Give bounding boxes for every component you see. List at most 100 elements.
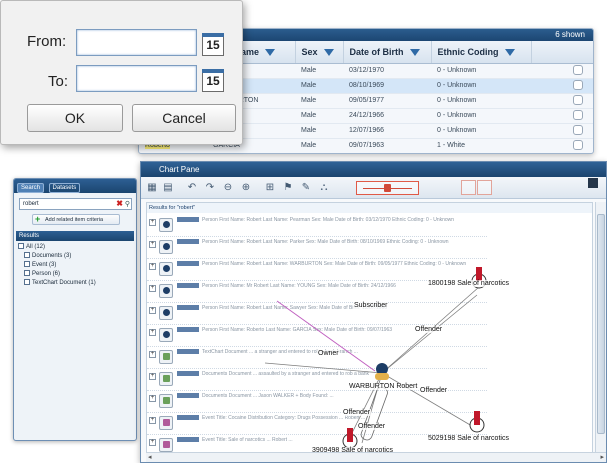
tree-item-documents[interactable]: Documents (3) xyxy=(18,252,132,261)
expand-icon[interactable]: + xyxy=(149,263,156,270)
cell-sex: Male xyxy=(295,108,343,124)
search-icon[interactable]: ⚲ xyxy=(125,199,130,210)
label-offender-c: Offender xyxy=(342,409,372,416)
result-text: Person First Name: Robert Last Name: Pea… xyxy=(177,217,482,224)
grid-view-icon[interactable]: ▦ xyxy=(145,181,159,195)
search-panel: Search Datasets robert ✖ ⚲ Add related i… xyxy=(13,178,137,441)
cell-actions xyxy=(531,63,593,79)
cell-actions xyxy=(531,93,593,109)
type-badge xyxy=(177,239,199,244)
calendar-icon[interactable]: 15 xyxy=(202,69,224,92)
result-item[interactable]: + Person First Name: Robert Last Name: Sa… xyxy=(147,303,487,325)
cell-actions xyxy=(531,108,593,124)
pane-menu-icon[interactable] xyxy=(588,178,598,188)
calendar-icon[interactable]: 15 xyxy=(202,33,224,56)
tab-search[interactable]: Search xyxy=(17,183,45,193)
horizontal-scrollbar[interactable]: ◂ ▸ xyxy=(146,452,606,462)
expand-icon[interactable]: + xyxy=(149,329,156,336)
result-item[interactable]: + Documents Document ... Jason WALKER + B… xyxy=(147,391,487,413)
filter-icon[interactable] xyxy=(323,48,334,56)
column-actions xyxy=(531,41,593,64)
redo-icon[interactable]: ↷ xyxy=(203,181,217,195)
cell-actions xyxy=(531,78,593,94)
result-item[interactable]: + Person First Name: Robert Last Name: Pe… xyxy=(147,215,487,237)
expand-icon[interactable]: + xyxy=(149,395,156,402)
edit-icon[interactable] xyxy=(573,109,583,120)
edit-icon[interactable] xyxy=(573,79,583,90)
mark-tool-icon[interactable] xyxy=(461,180,476,195)
label-offender-b: Offender xyxy=(419,387,449,394)
expand-icon[interactable]: + xyxy=(149,307,156,314)
event-icon xyxy=(159,438,173,452)
zoom-out-icon[interactable]: ⊖ xyxy=(221,181,235,195)
cell-actions xyxy=(531,138,593,153)
pen-icon[interactable]: ✎ xyxy=(299,181,313,195)
column-date-of-birth[interactable]: Date of Birth xyxy=(343,41,432,64)
scroll-left-icon[interactable]: ◂ xyxy=(148,453,152,462)
ok-button[interactable]: OK xyxy=(27,104,123,132)
expand-icon[interactable]: + xyxy=(149,373,156,380)
filter-icon[interactable] xyxy=(265,48,276,56)
layout-icon[interactable]: ⊞ xyxy=(263,181,277,195)
hierarchy-icon[interactable]: ⛬ xyxy=(317,181,331,195)
person-icon xyxy=(159,284,173,298)
from-date-input[interactable] xyxy=(76,29,197,56)
tree-item-all[interactable]: All (12) xyxy=(18,243,132,252)
expand-icon[interactable]: + xyxy=(149,439,156,446)
type-badge xyxy=(177,437,199,442)
edit-icon[interactable] xyxy=(573,94,583,105)
tab-datasets[interactable]: Datasets xyxy=(48,183,81,193)
result-item[interactable]: + Person First Name: Robert Last Name: WA… xyxy=(147,259,487,281)
flag-icon[interactable]: ⚑ xyxy=(281,181,295,195)
list-view-icon[interactable]: ▤ xyxy=(161,181,175,195)
person-icon xyxy=(159,262,173,276)
cell-dob: 08/10/1969 xyxy=(343,78,431,94)
cancel-button[interactable]: Cancel xyxy=(132,104,236,132)
to-date-input[interactable] xyxy=(76,65,197,92)
document-icon xyxy=(24,252,30,258)
filter-icon[interactable] xyxy=(409,48,420,56)
scroll-right-icon[interactable]: ▸ xyxy=(600,453,604,462)
filter-icon[interactable] xyxy=(504,48,515,56)
event-icon xyxy=(24,261,30,267)
add-related-criteria-button[interactable]: Add related item criteria xyxy=(32,214,120,225)
cell-ethnic: 0 - Unknown xyxy=(431,63,531,79)
vertical-scrollbar[interactable] xyxy=(595,202,606,452)
result-item[interactable]: + Person First Name: Robert Last Name: Pa… xyxy=(147,237,487,259)
expand-icon[interactable]: + xyxy=(149,285,156,292)
cell-sex: Male xyxy=(295,63,343,79)
tree-item-textchart-document[interactable]: TextChart Document (1) xyxy=(18,279,132,288)
tree-item-person[interactable]: Person (6) xyxy=(18,270,132,279)
type-badge xyxy=(177,349,199,354)
type-badge xyxy=(177,415,199,420)
expand-icon[interactable]: + xyxy=(149,241,156,248)
undo-icon[interactable]: ↶ xyxy=(185,181,199,195)
column-sex[interactable]: Sex xyxy=(295,41,344,64)
result-item[interactable]: + Event Title: Cocaine Distribution Categ… xyxy=(147,413,487,435)
column-ethnic-coding[interactable]: Ethnic Coding xyxy=(431,41,532,64)
document-icon xyxy=(159,350,173,364)
edit-icon[interactable] xyxy=(573,124,583,135)
expand-icon[interactable]: + xyxy=(149,351,156,358)
person-icon xyxy=(159,328,173,342)
expand-icon[interactable]: + xyxy=(149,219,156,226)
slider-handle[interactable] xyxy=(384,184,391,192)
clear-icon[interactable]: ✖ xyxy=(116,198,123,209)
tree-item-event[interactable]: Event (3) xyxy=(18,261,132,270)
cell-dob: 24/12/1966 xyxy=(343,108,431,124)
search-input[interactable]: robert ✖ ⚲ xyxy=(19,198,132,210)
scroll-thumb[interactable] xyxy=(597,214,605,434)
document-icon xyxy=(159,394,173,408)
cell-ethnic: 0 - Unknown xyxy=(431,123,531,139)
chart-canvas[interactable]: Results for "robert" + Person First Name:… xyxy=(146,202,593,457)
edit-icon[interactable] xyxy=(573,64,583,75)
cell-sex: Male xyxy=(295,123,343,139)
mark-tool-icon[interactable] xyxy=(477,180,492,195)
time-slider[interactable] xyxy=(356,181,419,195)
expand-icon[interactable]: + xyxy=(149,417,156,424)
edit-icon[interactable] xyxy=(573,139,583,150)
zoom-in-icon[interactable]: ⊕ xyxy=(239,181,253,195)
chart-pane-title: Chart Pane xyxy=(141,162,606,177)
cell-dob: 09/07/1963 xyxy=(343,138,431,153)
result-text: Person First Name: Robert Last Name: WAR… xyxy=(177,261,482,268)
